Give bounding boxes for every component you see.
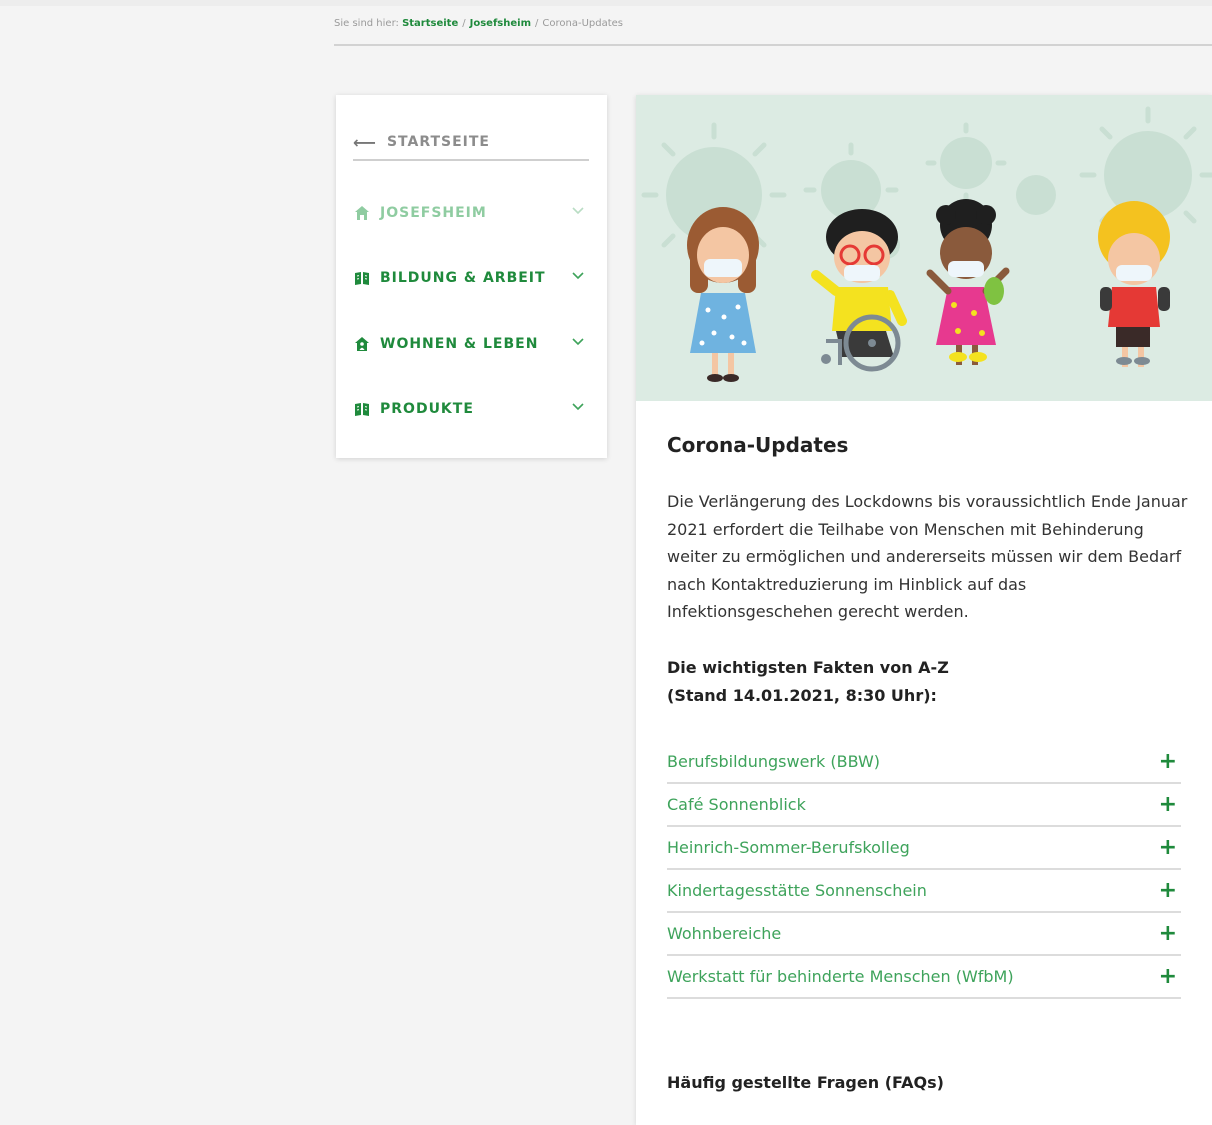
breadcrumb: Sie sind hier: Startseite / Josefsheim / Cor… bbox=[334, 18, 1212, 46]
plus-icon[interactable]: + bbox=[1159, 749, 1177, 774]
hero-banner bbox=[636, 95, 1212, 401]
accordion-item-kita[interactable]: Kindertagesstätte Sonnenschein + bbox=[667, 870, 1181, 913]
breadcrumb-link-josefsheim[interactable]: Josefsheim bbox=[470, 18, 531, 29]
back-to-startseite-link[interactable]: ⟵ STARTSEITE bbox=[353, 125, 589, 161]
back-link-label: STARTSEITE bbox=[386, 134, 490, 150]
intro-paragraph: Die Verlängerung des Lockdowns bis vorau… bbox=[667, 492, 1188, 621]
accordion-item-label: Werkstatt für behinderte Menschen (WfbM) bbox=[667, 967, 1014, 986]
sidebar-item-wohnen-leben[interactable]: WOHNEN & LEBEN bbox=[354, 331, 584, 357]
top-strip bbox=[0, 0, 1212, 6]
sidebar-item-josefsheim[interactable]: JOSEFSHEIM bbox=[354, 200, 584, 226]
chevron-down-icon[interactable] bbox=[572, 403, 584, 411]
chevron-down-icon[interactable] bbox=[572, 207, 584, 215]
plus-icon[interactable]: + bbox=[1159, 878, 1177, 903]
accordion-item-wohnbereiche[interactable]: Wohnbereiche + bbox=[667, 913, 1181, 956]
breadcrumb-current: Corona-Updates bbox=[542, 18, 624, 29]
faq-heading: Häufig gestellte Fragen (FAQs) bbox=[667, 1073, 944, 1092]
plus-icon[interactable]: + bbox=[1159, 835, 1177, 860]
accordion-item-label: Wohnbereiche bbox=[667, 924, 782, 943]
main-content-card: Corona-Updates Die Verlängerung des Lock… bbox=[636, 95, 1212, 1125]
accordion-item-cafe[interactable]: Café Sonnenblick + bbox=[667, 784, 1181, 827]
sidebar-item-label: WOHNEN & LEBEN bbox=[380, 336, 539, 352]
accordion-list: Berufsbildungswerk (BBW) + Café Sonnenbl… bbox=[667, 741, 1181, 999]
children-with-masks-illustration bbox=[641, 106, 1212, 382]
accordion-item-label: Berufsbildungswerk (BBW) bbox=[667, 752, 881, 771]
accordion-item-label: Kindertagesstätte Sonnenschein bbox=[667, 881, 927, 900]
plus-icon[interactable]: + bbox=[1159, 964, 1177, 989]
arrow-left-icon: ⟵ bbox=[353, 132, 377, 152]
home-icon bbox=[355, 206, 369, 220]
facts-heading-line: Die wichtigsten Fakten von A-Z bbox=[667, 658, 949, 677]
plus-icon[interactable]: + bbox=[1159, 792, 1177, 817]
chevron-down-icon[interactable] bbox=[572, 338, 584, 346]
accordion-item-wfbm[interactable]: Werkstatt für behinderte Menschen (WfbM)… bbox=[667, 956, 1181, 999]
chevron-down-icon[interactable] bbox=[572, 272, 584, 280]
accordion-item-bbw[interactable]: Berufsbildungswerk (BBW) + bbox=[667, 741, 1181, 784]
sidebar-nav: ⟵ STARTSEITE JOSEFSHEIM BILDUNG & ARBEIT… bbox=[336, 95, 607, 458]
breadcrumb-prefix: Sie sind hier: bbox=[334, 18, 399, 29]
book-icon bbox=[355, 272, 369, 285]
facts-heading: Die wichtigsten Fakten von A-Z (Stand 14… bbox=[667, 654, 949, 710]
book-icon bbox=[355, 403, 369, 416]
breadcrumb-link-startseite[interactable]: Startseite bbox=[402, 18, 458, 29]
breadcrumb-separator: / bbox=[462, 18, 466, 29]
house-person-icon bbox=[355, 337, 369, 351]
sidebar-item-produkte[interactable]: PRODUKTE bbox=[354, 396, 584, 422]
plus-icon[interactable]: + bbox=[1159, 921, 1177, 946]
page-title: Corona-Updates bbox=[667, 433, 849, 457]
sidebar-item-label: JOSEFSHEIM bbox=[380, 205, 487, 221]
sidebar-item-label: PRODUKTE bbox=[380, 401, 474, 417]
breadcrumb-separator: / bbox=[535, 18, 539, 29]
sidebar-item-label: BILDUNG & ARBEIT bbox=[380, 270, 546, 286]
accordion-item-label: Café Sonnenblick bbox=[667, 795, 806, 814]
facts-date-line: (Stand 14.01.2021, 8:30 Uhr): bbox=[667, 686, 937, 705]
accordion-item-berufskolleg[interactable]: Heinrich-Sommer-Berufskolleg + bbox=[667, 827, 1181, 870]
accordion-item-label: Heinrich-Sommer-Berufskolleg bbox=[667, 838, 910, 857]
sidebar-item-bildung-arbeit[interactable]: BILDUNG & ARBEIT bbox=[354, 265, 584, 291]
